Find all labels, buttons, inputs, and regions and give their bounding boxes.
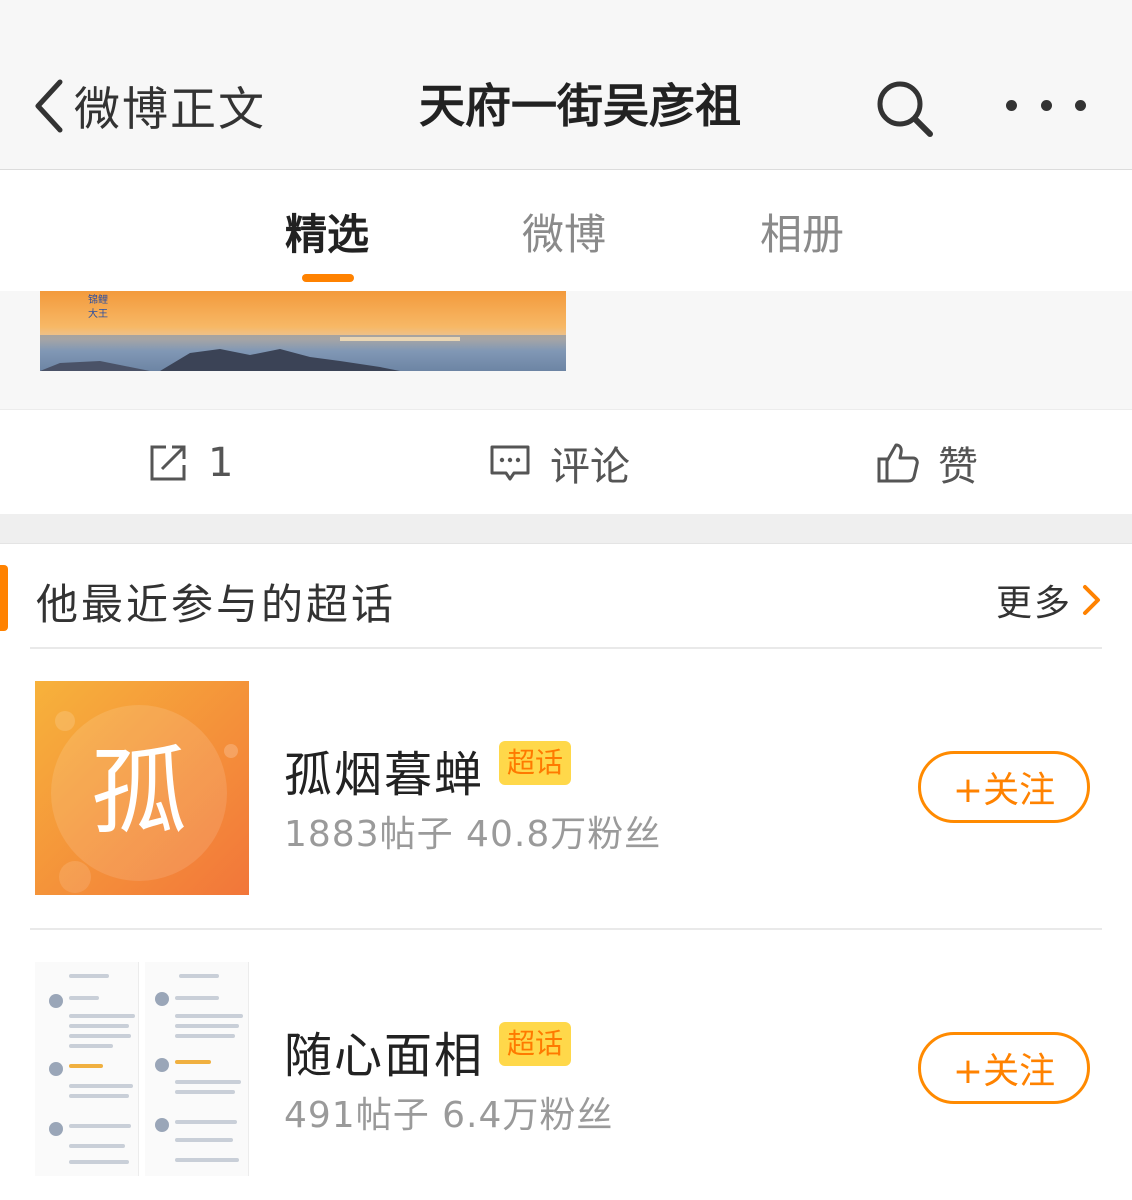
section-divider <box>0 514 1132 544</box>
supertopic-thumbnail: 孤 <box>35 681 249 895</box>
navigation-bar: 微博正文 天府一街吴彦祖 <box>0 0 1132 170</box>
search-button[interactable] <box>872 76 938 142</box>
like-label: 赞 <box>938 444 978 490</box>
repost-button[interactable]: 1 <box>146 438 233 488</box>
more-dot-icon <box>1006 99 1017 111</box>
repost-icon <box>150 445 186 481</box>
supertopic-item[interactable]: 孤 孤烟暮蝉 超话 1883帖子 40.8万粉丝 +关注 <box>0 665 1132 895</box>
chevron-left-icon <box>35 79 63 133</box>
screenshot-panel <box>35 962 139 1176</box>
more-link[interactable]: 更多 <box>996 578 1104 624</box>
more-dot-icon <box>1040 99 1052 111</box>
supertopic-item[interactable]: 随心面相 超话 491帖子 6.4万粉丝 +关注 <box>0 946 1132 1176</box>
section-title: 他最近参与的超话 <box>36 580 397 629</box>
more-dot-icon <box>1075 99 1086 111</box>
tab-weibo[interactable]: 微博 <box>522 201 606 262</box>
section-accent-bar <box>0 565 8 631</box>
supertopic-badge: 超话 <box>499 1022 572 1066</box>
divider <box>30 647 1102 649</box>
comment-icon <box>490 445 530 481</box>
supertopic-badge: 超话 <box>499 741 572 785</box>
sunset-sea-image: 锦鲤 大王 <box>40 291 566 371</box>
tab-album[interactable]: 相册 <box>760 201 844 262</box>
supertopic-name: 孤烟暮蝉 <box>284 747 485 803</box>
back-label: 微博正文 <box>74 82 266 136</box>
post-image[interactable]: 锦鲤 大王 <box>40 291 566 371</box>
more-button[interactable] <box>1006 80 1086 130</box>
follow-button[interactable]: +关注 <box>918 1032 1090 1104</box>
supertopic-section: 他最近参与的超话 更多 孤 孤烟暮蝉 超话 1883帖子 40.8万粉丝 +关注… <box>0 545 1132 1200</box>
active-tab-indicator <box>302 274 354 282</box>
overlay-text: 大王 <box>88 307 108 320</box>
search-icon <box>877 81 933 137</box>
repost-count: 1 <box>208 440 234 486</box>
back-button[interactable]: 微博正文 <box>30 74 266 138</box>
comment-button[interactable]: 评论 <box>488 438 630 490</box>
post-action-bar: 1 评论 赞 <box>0 409 1132 514</box>
follow-button[interactable]: +关注 <box>918 751 1090 823</box>
post-content: 锦鲤 大王 <box>0 291 1132 409</box>
profile-tabs: 精选 微博 相册 <box>0 171 1132 291</box>
tab-featured[interactable]: 精选 <box>285 201 369 262</box>
supertopic-stats: 491帖子 6.4万粉丝 <box>284 1095 614 1136</box>
comment-label: 评论 <box>550 444 630 490</box>
more-label: 更多 <box>996 583 1073 624</box>
supertopic-cover: 孤 <box>35 681 249 895</box>
overlay-text: 锦鲤 <box>88 293 108 306</box>
thumbnail-char: 孤 <box>91 736 187 848</box>
page-title: 天府一街吴彦祖 <box>419 79 741 133</box>
thumbs-up-icon <box>877 443 919 483</box>
divider <box>30 928 1102 930</box>
screenshot-panel <box>145 962 249 1176</box>
like-button[interactable]: 赞 <box>876 438 978 490</box>
supertopic-stats: 1883帖子 40.8万粉丝 <box>284 814 662 855</box>
supertopic-thumbnail <box>35 962 249 1176</box>
supertopic-name: 随心面相 <box>284 1028 485 1084</box>
chevron-right-icon <box>1083 585 1101 615</box>
